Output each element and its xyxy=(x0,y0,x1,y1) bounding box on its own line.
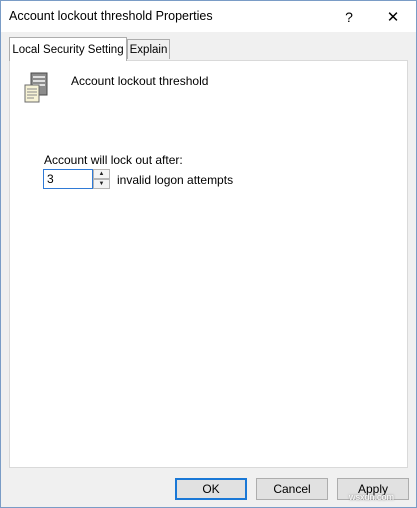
server-policy-icon xyxy=(24,72,48,103)
tab-explain[interactable]: Explain xyxy=(127,39,170,59)
attempts-suffix-label: invalid logon attempts xyxy=(117,173,234,187)
spin-up-button[interactable]: ▲ xyxy=(93,169,110,179)
tab-local-security-setting[interactable]: Local Security Setting xyxy=(9,37,127,61)
lockout-label: Account will lock out after: xyxy=(44,153,183,167)
close-icon: ✕ xyxy=(386,8,400,26)
ok-button[interactable]: OK xyxy=(175,478,247,500)
properties-dialog: Account lockout threshold Properties ? ✕… xyxy=(0,0,417,508)
tab-panel: Account lockout threshold Account will l… xyxy=(9,60,408,468)
watermark-text: wsxdn.com xyxy=(349,492,395,502)
spin-down-button[interactable]: ▼ xyxy=(93,179,110,189)
lockout-threshold-spinner: ▲ ▼ xyxy=(93,169,110,189)
help-icon: ? xyxy=(345,8,353,25)
tab-label: Explain xyxy=(129,43,168,56)
tab-label: Local Security Setting xyxy=(12,43,124,56)
title-bar: Account lockout threshold Properties ? ✕ xyxy=(1,1,416,32)
cancel-button[interactable]: Cancel xyxy=(256,478,328,500)
arrow-down-icon: ▼ xyxy=(98,181,105,187)
policy-name: Account lockout threshold xyxy=(71,74,209,88)
close-button[interactable]: ✕ xyxy=(371,1,415,32)
window-title: Account lockout threshold Properties xyxy=(9,9,213,23)
lockout-threshold-input[interactable] xyxy=(43,169,93,189)
help-button[interactable]: ? xyxy=(332,1,366,32)
arrow-up-icon: ▲ xyxy=(98,171,105,177)
